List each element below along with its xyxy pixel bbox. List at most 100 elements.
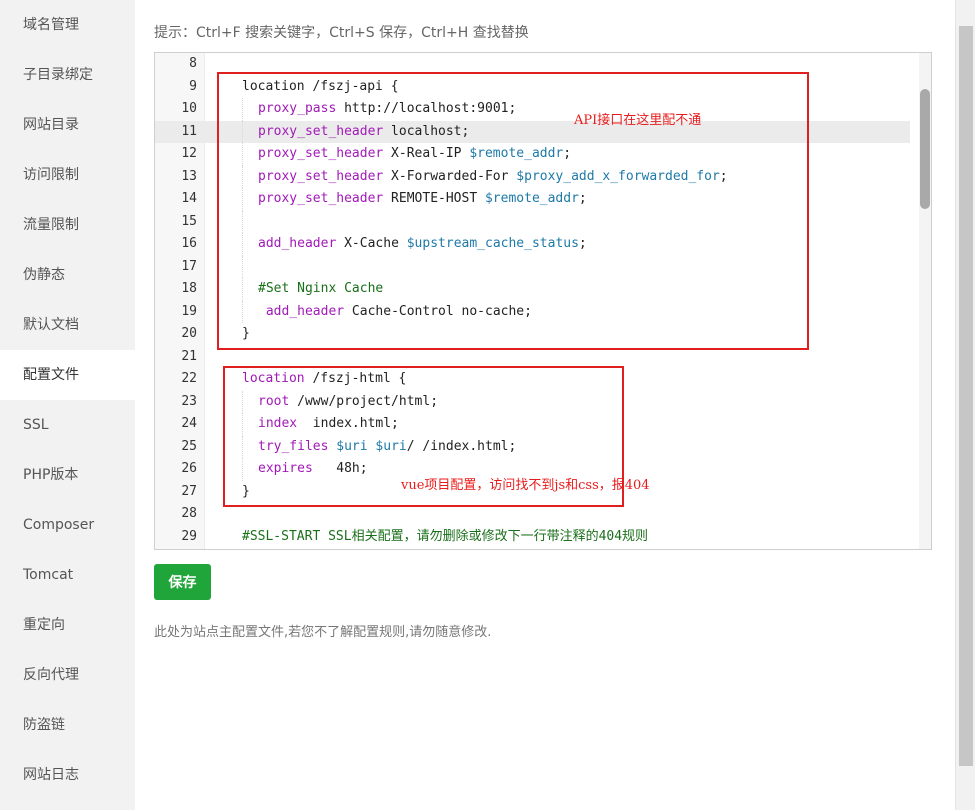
indent-guide [242,120,243,143]
code-token: REMOTE-HOST [383,191,485,206]
line-number: 11 [181,123,197,139]
line-number: 8 [189,56,197,71]
sidebar-item[interactable]: 重定向 [0,600,135,650]
code-line[interactable]: 12 proxy_set_header X-Real-IP $remote_add… [155,143,931,166]
code-token: $uri [336,438,368,454]
shortcut-hint: 提示：Ctrl+F 搜索关键字，Ctrl+S 保存，Ctrl+H 查找替换 [154,25,529,41]
code-text: #Set Nginx Cache [258,278,383,301]
code-line[interactable]: 10 proxy_pass http://localhost:9001; [155,98,931,121]
code-text: try_files $uri $uri/ /index.html; [258,436,516,459]
code-token: X-Cache [336,236,407,251]
line-number: 17 [181,258,197,274]
code-text: proxy_set_header localhost; [258,121,469,144]
editor-scrollbar[interactable] [919,53,931,549]
sidebar-item[interactable]: PHP版本 [0,450,135,500]
code-line[interactable]: 16 add_header X-Cache $upstream_cache_sta… [155,233,931,256]
code-line[interactable]: 19 add_header Cache-Control no-cache; [155,300,931,324]
line-number: 9 [189,78,197,94]
page-scrollbar[interactable] [955,0,975,810]
code-token: } [242,483,250,499]
code-line[interactable]: 14 proxy_set_header REMOTE-HOST $remote_a… [155,188,931,211]
code-text: index index.html; [258,413,399,436]
code-text: add_header Cache-Control no-cache; [258,301,532,324]
indent-guide [242,413,243,436]
code-line[interactable]: 15 [155,210,931,233]
sidebar-item[interactable]: 反向代理 [0,650,135,700]
line-number: 27 [181,483,197,499]
code-token: expires [258,461,313,476]
indent-guide [242,210,243,233]
code-line[interactable]: 17 [155,255,931,278]
code-token: proxy_set_header [258,123,384,139]
code-line[interactable]: 21 [155,346,931,369]
code-token: $remote_addr [469,146,564,161]
sidebar-item[interactable]: Composer [0,500,135,550]
sidebar-item[interactable]: 流量限制 [0,200,135,250]
sidebar-item[interactable]: 子目录绑定 [0,50,135,100]
code-token: Cache-Control no-cache; [344,303,532,319]
line-number: 24 [181,416,197,431]
code-line[interactable]: 24 index index.html; [155,413,931,436]
vue-annotation: vue项目配置，访问找不到js和css，报404 [401,478,650,493]
line-number: 22 [181,371,197,386]
code-line[interactable]: 13 proxy_set_header X-Forwarded-For $prox… [155,165,931,189]
code-text: } [242,481,250,504]
code-token: localhost; [383,123,470,139]
code-token: add_header [258,236,337,251]
sidebar-item[interactable]: 网站日志 [0,750,135,800]
editor-scrollbar-thumb[interactable] [920,89,930,209]
code-token: proxy_set_header [258,168,384,184]
code-token: ; [719,168,728,184]
sidebar-item[interactable]: 网站目录 [0,100,135,150]
code-token: http://localhost:9001; [336,101,517,116]
indent-guide [242,300,243,323]
code-token: /fszj-html { [304,371,407,386]
page-scrollbar-thumb[interactable] [959,26,973,766]
code-line[interactable]: 29 #SSL-START SSL相关配置，请勿删除或修改下一行带注释的404规则 [155,526,931,549]
sidebar-item[interactable]: Tomcat [0,550,135,600]
indent-guide [242,255,243,278]
code-token: proxy_set_header [258,146,384,161]
indent-guide [242,98,243,121]
code-token: index.html; [297,416,399,431]
sidebar: 域名管理 子目录绑定 网站目录 访问限制 流量限制 伪静态 默认文档 配置文件 SSL PHP版本… [0,0,135,810]
code-text: location /fszj-api { [242,76,399,99]
code-line[interactable]: 9 location /fszj-api { [155,76,931,99]
line-number: 18 [181,281,197,296]
code-token: X-Forwarded-For [383,168,517,184]
code-token: 48h; [312,461,368,476]
sidebar-item[interactable]: 伪静态 [0,250,135,300]
code-text: proxy_set_header X-Forwarded-For $proxy_… [258,166,728,189]
sidebar-item[interactable]: 防盗链 [0,700,135,750]
indent-guide [242,143,243,166]
code-token: #SSL-START SSL相关配置，请勿删除或修改下一行带注释的404规则 [242,528,649,544]
code-token: ; [578,236,587,251]
code-token: proxy_set_header [258,191,384,206]
line-number: 12 [181,146,197,161]
save-button[interactable]: 保存 [154,564,211,600]
code-line[interactable]: 28 [155,503,931,526]
sidebar-item[interactable]: 默认文档 [0,300,135,350]
code-line[interactable]: 22 location /fszj-html { [155,368,931,391]
code-line[interactable]: 8 [155,53,931,76]
config-note: 此处为站点主配置文件,若您不了解配置规则,请勿随意修改. [154,625,492,640]
code-line[interactable]: 11 proxy_set_header localhost; [155,120,910,144]
sidebar-item[interactable]: 访问限制 [0,150,135,200]
sidebar-item[interactable]: 配置文件 [0,350,135,400]
line-number: 10 [181,101,197,116]
code-line[interactable]: 18 #Set Nginx Cache [155,278,931,301]
code-token: add_header [265,303,345,319]
line-number: 20 [181,326,197,341]
sidebar-item[interactable]: SSL [0,400,135,450]
code-token: $proxy_add_x_forwarded_for [516,168,720,184]
code-text: proxy_set_header REMOTE-HOST $remote_add… [258,188,587,211]
code-token: / /index.html; [406,438,517,454]
line-number: 16 [181,236,197,251]
line-number: 26 [181,461,197,476]
sidebar-item[interactable]: 域名管理 [0,0,135,50]
code-line[interactable]: 25 try_files $uri $uri/ /index.html; [155,435,931,459]
code-line[interactable]: 23 root /www/project/html; [155,390,931,413]
code-token: $uri [375,438,407,454]
code-line[interactable]: 20} [155,323,931,346]
